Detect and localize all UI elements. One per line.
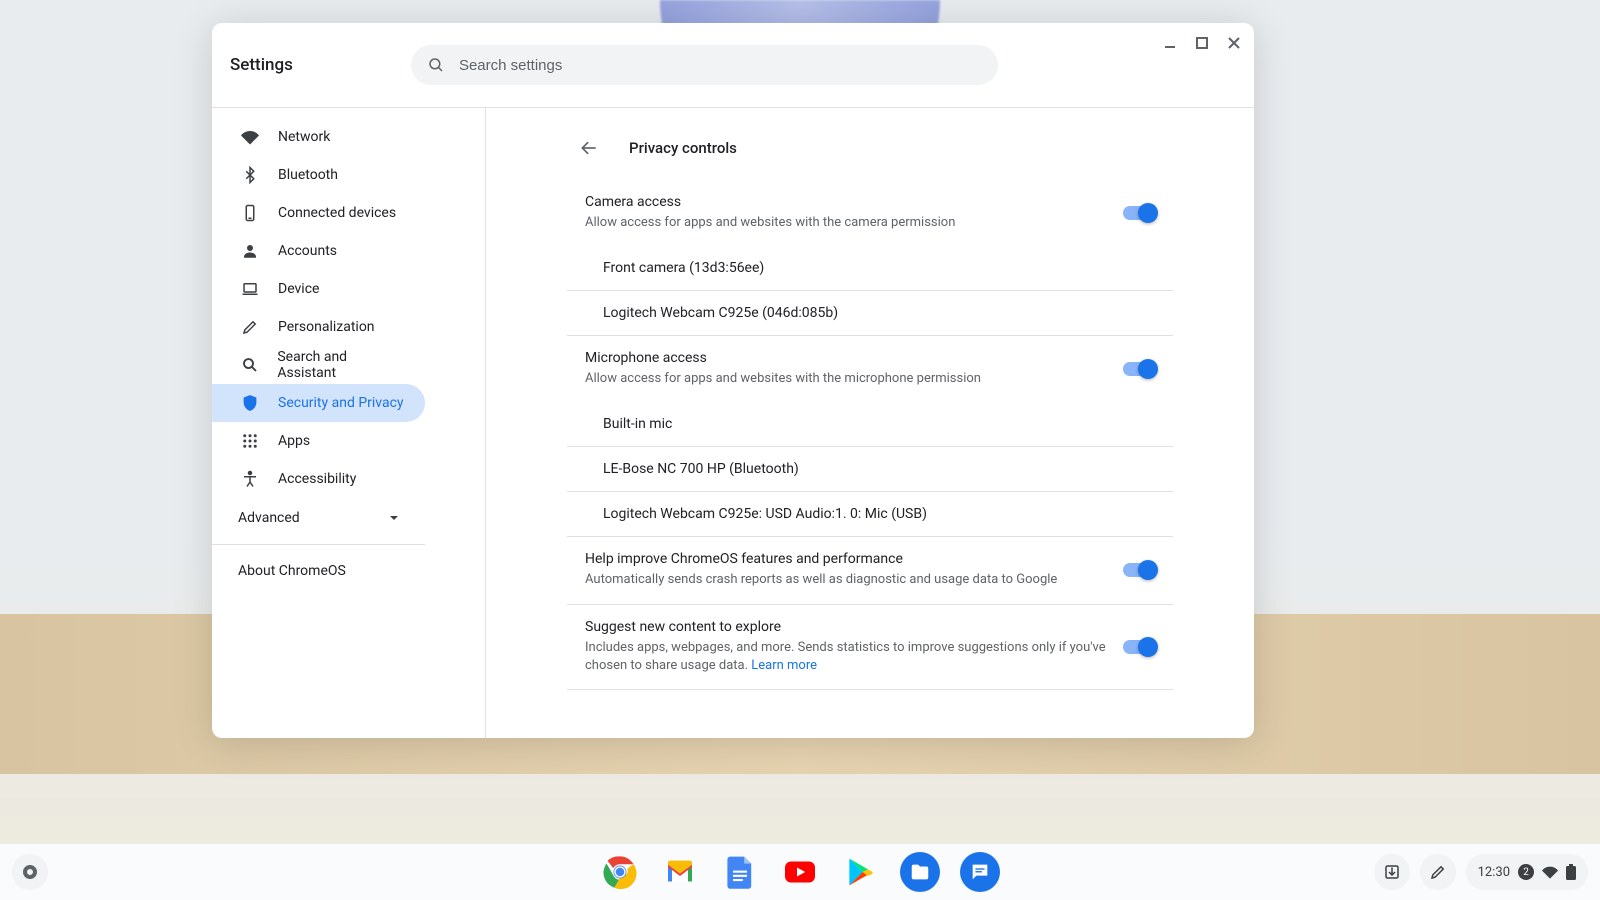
sidebar-item-label: Connected devices — [278, 205, 396, 221]
sidebar-item-label: Device — [278, 281, 319, 297]
app-gmail[interactable] — [660, 852, 700, 892]
app-title: Settings — [230, 55, 293, 75]
sidebar-item-search-assistant[interactable]: Search and Assistant — [212, 346, 425, 384]
sidebar-item-bluetooth[interactable]: Bluetooth — [212, 156, 425, 194]
sidebar-about-chromeos[interactable]: About ChromeOS — [212, 551, 425, 591]
shelf: 12:30 2 — [0, 843, 1600, 900]
window-header: Settings — [212, 23, 1254, 108]
minimize-button[interactable] — [1156, 29, 1184, 57]
sidebar-item-connected-devices[interactable]: Connected devices — [212, 194, 425, 232]
app-files[interactable] — [900, 852, 940, 892]
accessibility-icon — [240, 470, 260, 488]
chevron-down-icon — [389, 513, 399, 523]
setting-title: Help improve ChromeOS features and perfo… — [585, 551, 1107, 567]
search-icon — [427, 56, 445, 74]
mic-device-row[interactable]: Logitech Webcam C925e: USD Audio:1. 0: M… — [567, 492, 1173, 537]
setting-title: Microphone access — [585, 350, 1107, 366]
toggle-camera-access[interactable] — [1123, 206, 1155, 220]
settings-content: Privacy controls Camera access Allow acc… — [567, 108, 1173, 738]
setting-suggest-content: Suggest new content to explore Includes … — [567, 605, 1173, 690]
launcher-icon — [23, 865, 37, 879]
setting-help-improve: Help improve ChromeOS features and perfo… — [567, 537, 1173, 604]
app-docs[interactable] — [720, 852, 760, 892]
maximize-button[interactable] — [1188, 29, 1216, 57]
stylus-button[interactable] — [1420, 854, 1456, 890]
shield-icon — [240, 394, 260, 412]
toggle-suggest-content[interactable] — [1123, 640, 1155, 654]
status-area[interactable]: 12:30 2 — [1466, 854, 1588, 890]
sidebar-separator — [212, 544, 425, 545]
sidebar-item-accounts[interactable]: Accounts — [212, 232, 425, 270]
settings-window: Settings Network Bluetooth Connected dev… — [212, 23, 1254, 738]
sidebar-item-label: Network — [278, 129, 330, 145]
app-chrome[interactable] — [600, 852, 640, 892]
page-title: Privacy controls — [629, 139, 737, 157]
advanced-label: Advanced — [238, 510, 300, 526]
mic-device-row[interactable]: Built-in mic — [567, 402, 1173, 447]
wifi-icon — [240, 128, 260, 146]
sidebar-advanced[interactable]: Advanced — [212, 498, 425, 538]
apps-icon — [240, 432, 260, 450]
launcher-button[interactable] — [12, 854, 48, 890]
shelf-pinned-apps — [600, 852, 1000, 892]
sidebar-item-accessibility[interactable]: Accessibility — [212, 460, 425, 498]
window-controls — [1156, 29, 1248, 57]
search-icon — [240, 356, 259, 374]
setting-subtitle-text: Includes apps, webpages, and more. Sends… — [585, 640, 1106, 673]
app-messages[interactable] — [960, 852, 1000, 892]
about-label: About ChromeOS — [238, 563, 346, 579]
app-youtube[interactable] — [780, 852, 820, 892]
pen-icon — [1429, 863, 1447, 881]
person-icon — [240, 242, 260, 260]
clock: 12:30 — [1478, 865, 1510, 880]
sidebar-item-label: Bluetooth — [278, 167, 338, 183]
bluetooth-icon — [240, 166, 260, 184]
setting-subtitle: Allow access for apps and websites with … — [585, 214, 1107, 232]
search-settings[interactable] — [411, 45, 998, 85]
setting-camera-access: Camera access Allow access for apps and … — [567, 180, 1173, 246]
sidebar-item-label: Accessibility — [278, 471, 356, 487]
tote-icon — [1383, 863, 1401, 881]
notification-badge: 2 — [1518, 864, 1534, 880]
sidebar-item-label: Accounts — [278, 243, 337, 259]
setting-title: Suggest new content to explore — [585, 619, 1107, 635]
camera-device-row[interactable]: Front camera (13d3:56ee) — [567, 246, 1173, 291]
search-input[interactable] — [457, 56, 982, 75]
setting-title: Camera access — [585, 194, 1107, 210]
laptop-icon — [240, 280, 260, 298]
sidebar-item-security-privacy[interactable]: Security and Privacy — [212, 384, 425, 422]
sidebar-item-label: Search and Assistant — [277, 349, 405, 381]
edit-icon — [240, 318, 260, 336]
battery-icon — [1566, 864, 1576, 880]
sidebar-item-personalization[interactable]: Personalization — [212, 308, 425, 346]
phone-icon — [240, 204, 260, 222]
tote-button[interactable] — [1374, 854, 1410, 890]
mic-device-row[interactable]: LE-Bose NC 700 HP (Bluetooth) — [567, 447, 1173, 492]
wifi-icon — [1542, 864, 1558, 880]
sidebar-item-label: Apps — [278, 433, 310, 449]
setting-subtitle: Automatically sends crash reports as wel… — [585, 571, 1107, 589]
back-button[interactable] — [573, 132, 605, 164]
sidebar-item-device[interactable]: Device — [212, 270, 425, 308]
toggle-help-improve[interactable] — [1123, 563, 1155, 577]
sidebar-item-label: Personalization — [278, 319, 375, 335]
setting-microphone-access: Microphone access Allow access for apps … — [567, 336, 1173, 402]
sidebar-item-label: Security and Privacy — [278, 395, 404, 411]
sidebar-item-network[interactable]: Network — [212, 118, 425, 156]
camera-device-row[interactable]: Logitech Webcam C925e (046d:085b) — [567, 291, 1173, 336]
sidebar: Network Bluetooth Connected devices Acco… — [212, 108, 485, 738]
close-button[interactable] — [1220, 29, 1248, 57]
setting-subtitle: Includes apps, webpages, and more. Sends… — [585, 639, 1107, 675]
app-play-store[interactable] — [840, 852, 880, 892]
learn-more-link[interactable]: Learn more — [751, 658, 817, 673]
sidebar-item-apps[interactable]: Apps — [212, 422, 425, 460]
toggle-microphone-access[interactable] — [1123, 362, 1155, 376]
setting-subtitle: Allow access for apps and websites with … — [585, 370, 1107, 388]
